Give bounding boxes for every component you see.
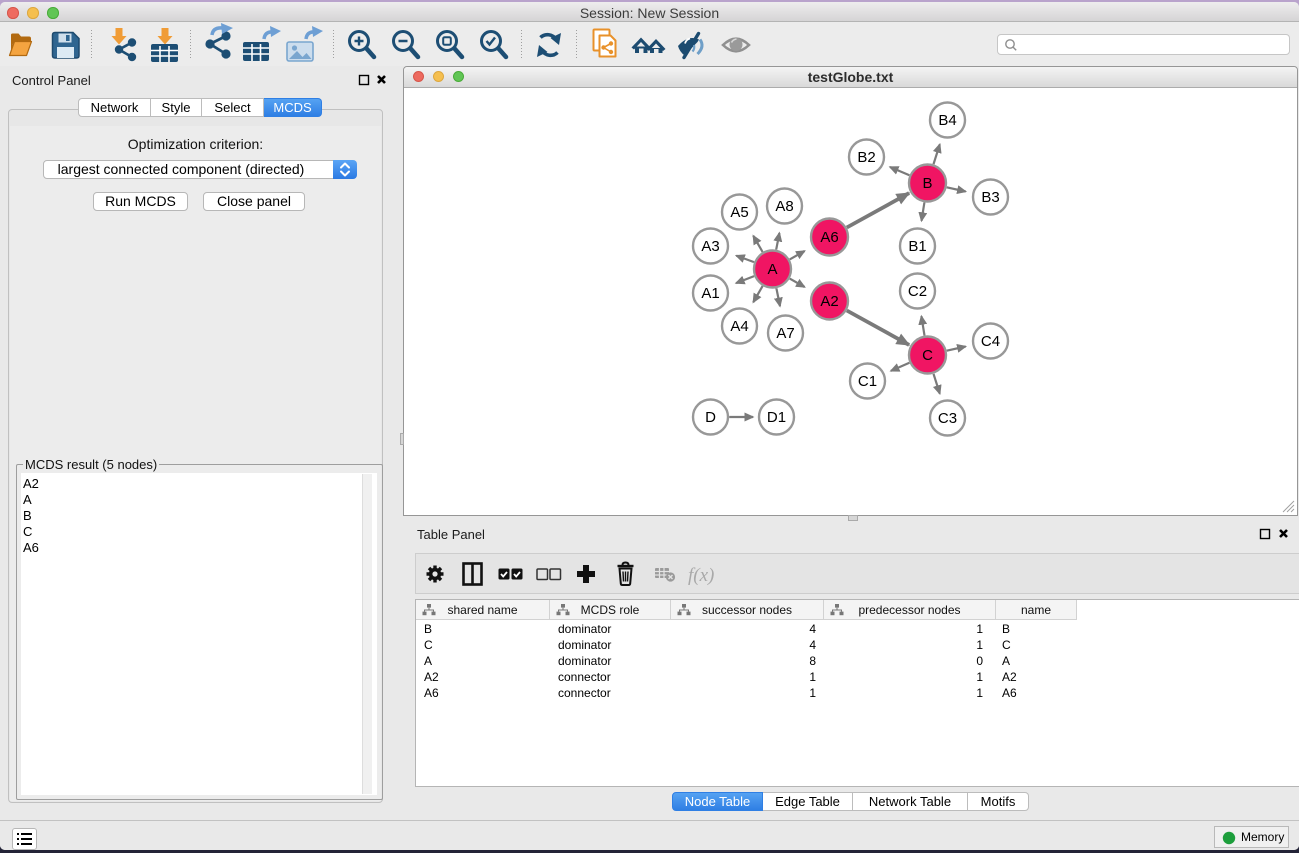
svg-text:D: D [705,409,716,426]
svg-text:A7: A7 [776,325,794,342]
svg-text:B3: B3 [981,189,999,206]
svg-text:A5: A5 [730,204,748,221]
svg-text:A4: A4 [730,318,748,335]
svg-text:f(x): f(x) [688,565,714,586]
svg-text:A2: A2 [820,293,838,310]
svg-text:C1: C1 [858,373,877,390]
svg-text:A6: A6 [820,229,838,246]
svg-text:C3: C3 [938,410,957,427]
svg-text:C2: C2 [908,283,927,300]
svg-text:B1: B1 [908,238,926,255]
svg-text:B4: B4 [938,112,956,129]
svg-text:A3: A3 [701,238,719,255]
svg-text:A: A [767,261,777,278]
svg-text:D1: D1 [767,409,786,426]
svg-text:B: B [922,175,932,192]
svg-text:A8: A8 [775,198,793,215]
svg-text:A1: A1 [701,285,719,302]
svg-text:C: C [922,347,933,364]
svg-text:C4: C4 [981,333,1000,350]
svg-text:B2: B2 [857,149,875,166]
